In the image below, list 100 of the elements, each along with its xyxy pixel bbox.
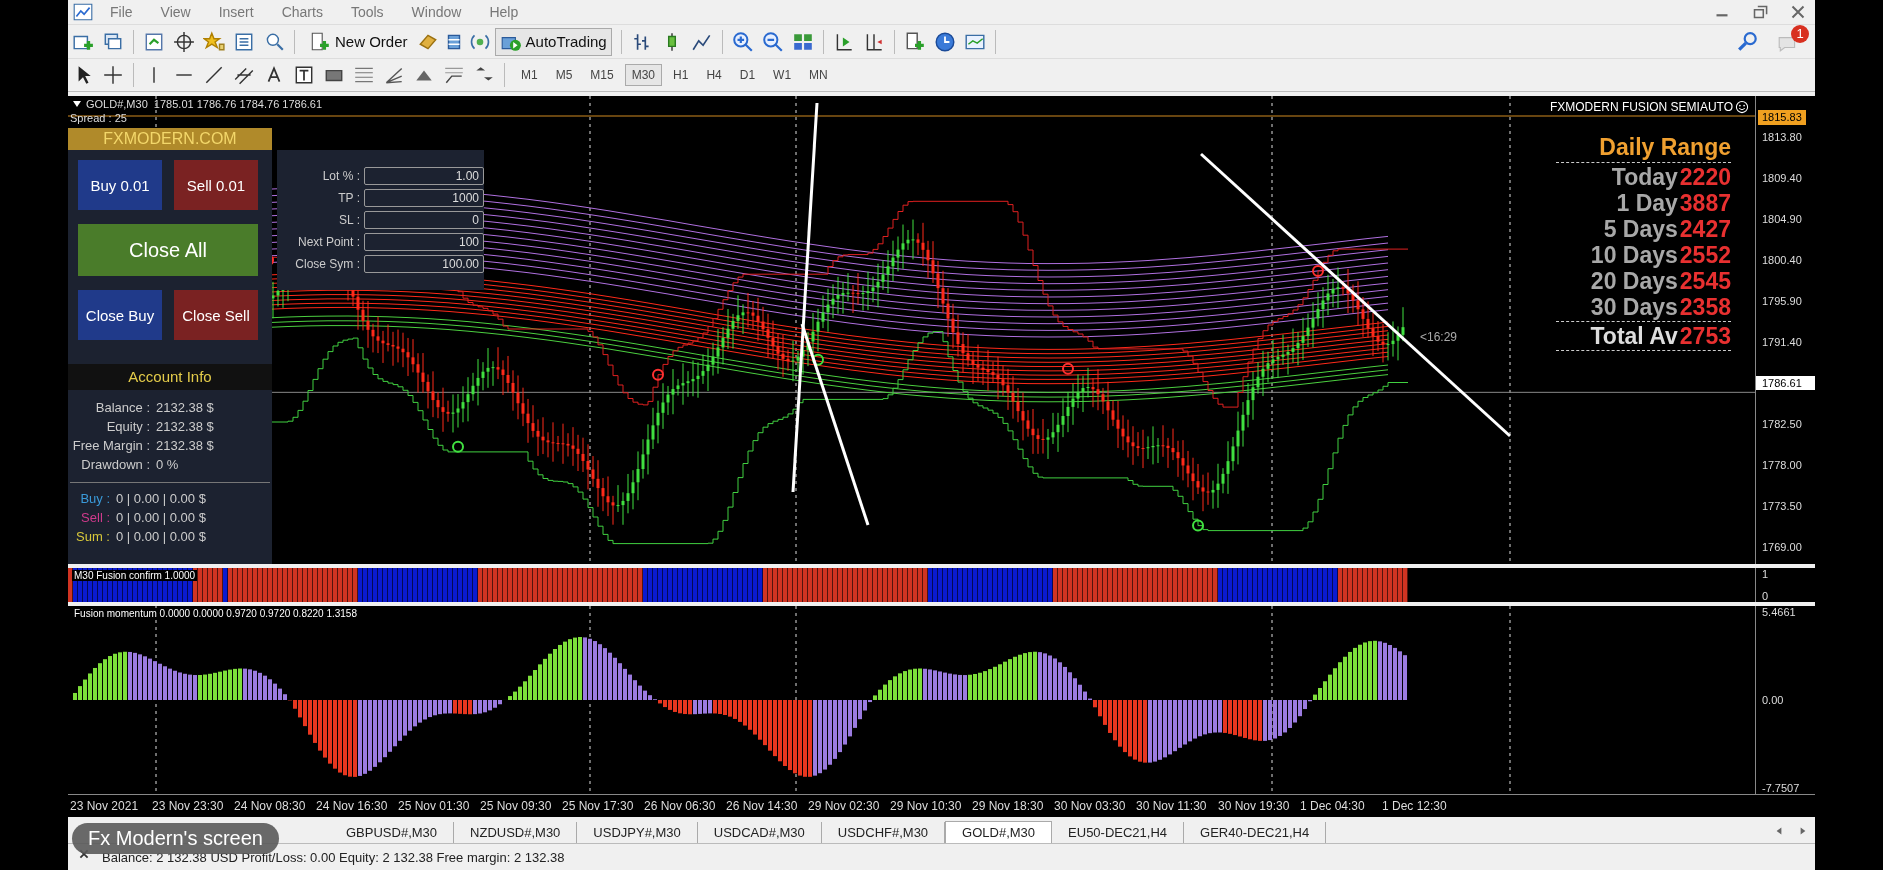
signal-circle	[452, 440, 464, 453]
zoom-out-icon[interactable]	[761, 30, 784, 53]
position-value: 0 | 0.00 | 0.00 $	[116, 491, 206, 506]
input-field[interactable]: 1.00	[364, 167, 484, 185]
timeframe-button[interactable]: H1	[666, 64, 696, 86]
account-value: 0 %	[156, 457, 179, 472]
chart-tab[interactable]: GOLD#,M30	[945, 821, 1053, 843]
time-axis-label: 1 Dec 12:30	[1382, 799, 1448, 813]
trade-button[interactable]: Sell 0.01	[174, 160, 258, 210]
trade-button[interactable]: Close Sell	[174, 290, 258, 340]
timeframe-button[interactable]: M15	[583, 64, 621, 86]
indicator-label: M30 Fusion confirm 1.0000	[72, 570, 198, 581]
timeframe-button[interactable]: MN	[802, 64, 835, 86]
time-axis-label: 25 Nov 01:30	[398, 799, 470, 813]
timeframe-button[interactable]: H4	[699, 64, 729, 86]
collapse-triangle-icon[interactable]	[72, 99, 82, 109]
menu-item[interactable]: File	[98, 4, 145, 20]
menu-item[interactable]: Tools	[338, 4, 396, 20]
menu-item[interactable]: View	[148, 4, 203, 20]
chart-tab[interactable]: USDCAD#,M30	[697, 822, 822, 843]
position-value: 0 | 0.00 | 0.00 $	[116, 529, 206, 544]
chart-tab[interactable]: GBPUSD#,M30	[330, 822, 455, 843]
range-value: 2220	[1679, 164, 1731, 190]
chart-tab[interactable]: EU50-DEC21,H4	[1052, 822, 1185, 843]
price-tick-label: 1782.50	[1761, 417, 1803, 431]
timeframe-button[interactable]: M30	[624, 64, 663, 86]
chart-tab[interactable]: USDJPY#,M30	[577, 822, 698, 843]
time-axis-label: 29 Nov 02:30	[808, 799, 880, 813]
timeframe-button[interactable]: M5	[548, 64, 580, 86]
signal-circle	[812, 353, 824, 366]
time-axis-label: 29 Nov 10:30	[890, 799, 962, 813]
input-field[interactable]: 100.00	[364, 255, 484, 273]
indicator-label: Fusion momentum 0.0000 0.0000 0.9720 0.9720 0.8220 1.3158	[72, 608, 359, 619]
range-label: Today	[1611, 164, 1678, 190]
notification-badge: 1	[1791, 24, 1809, 43]
zoom-in-icon[interactable]	[731, 30, 754, 53]
time-axis-label: 25 Nov 09:30	[480, 799, 552, 813]
daily-range-title: Daily Range	[1598, 134, 1731, 161]
field-label: SL :	[338, 213, 361, 227]
range-value: 2552	[1679, 242, 1731, 268]
time-axis-label: 24 Nov 08:30	[234, 799, 306, 813]
account-label: Free Margin :	[71, 438, 151, 453]
current-price-label: 1786.61	[1756, 376, 1815, 390]
chart-symbol-header: GOLD#,M30 1785.01 1786.76 1784.76 1786.61	[86, 98, 323, 110]
timeframe-button[interactable]: W1	[766, 64, 799, 86]
field-label: Lot % :	[321, 169, 361, 183]
range-label: 5 Days	[1603, 216, 1678, 242]
account-label: Drawdown :	[80, 457, 151, 472]
time-axis-label: 23 Nov 23:30	[152, 799, 224, 813]
price-tick-label: 1804.90	[1761, 212, 1803, 226]
menu-item[interactable]: Insert	[206, 4, 266, 20]
input-field[interactable]: 100	[364, 233, 484, 251]
range-value: 2753	[1679, 323, 1731, 349]
position-value: 0 | 0.00 | 0.00 $	[116, 510, 206, 525]
text-label-icon[interactable]	[293, 64, 315, 86]
price-tick-label: 1813.80	[1761, 130, 1803, 144]
range-label: 20 Days	[1590, 268, 1678, 294]
indicator-title: FXMODERN FUSION SEMIAUTO	[1549, 100, 1733, 114]
chart-tab[interactable]: NZDUSD#,M30	[454, 822, 578, 843]
new-order-button[interactable]: New Order	[304, 27, 413, 56]
crosshair-icon[interactable]	[102, 64, 124, 86]
input-field[interactable]: 0	[364, 211, 484, 229]
input-field[interactable]: 1000	[364, 189, 484, 207]
menu-item[interactable]: Help	[477, 4, 531, 20]
axis-label: 0	[1761, 590, 1770, 602]
crosshair-icon[interactable]	[173, 30, 195, 53]
account-value: 2132.38 $	[156, 400, 214, 415]
time-axis-label: 23 Nov 2021	[70, 799, 140, 813]
menu-item[interactable]: Window	[399, 4, 474, 20]
chart-tab[interactable]: GER40-DEC21,H4	[1184, 822, 1327, 843]
time-axis-label: 30 Nov 11:30	[1136, 799, 1208, 813]
signal-circle	[1192, 519, 1204, 532]
time-axis-label: 24 Nov 16:30	[316, 799, 388, 813]
smiley-icon	[1735, 100, 1749, 114]
trade-button[interactable]: Buy 0.01	[78, 160, 162, 210]
account-value: 2132.38 $	[156, 419, 214, 434]
trendline-icon[interactable]	[203, 64, 225, 86]
screen-caption: Fx Modern's screen	[72, 823, 279, 854]
axis-label: -7.7507	[1761, 782, 1801, 794]
menu-item[interactable]: Charts	[269, 4, 335, 20]
autotrading-button[interactable]: AutoTrading	[494, 27, 612, 56]
time-axis-label: 26 Nov 14:30	[726, 799, 798, 813]
account-info-header: Account Info	[68, 364, 272, 390]
app-icon	[72, 1, 94, 23]
search-icon[interactable]	[1737, 30, 1759, 53]
account-label: Balance :	[94, 400, 151, 415]
trade-button[interactable]: Close All	[78, 224, 258, 276]
field-label: Close Sym :	[294, 257, 361, 271]
axis-label: 0.00	[1761, 694, 1785, 706]
star-icon[interactable]	[203, 30, 225, 53]
timeframe-button[interactable]: D1	[732, 64, 763, 86]
range-value: 2427	[1679, 216, 1731, 242]
time-axis-label: 1 Dec 04:30	[1300, 799, 1366, 813]
clock-icon[interactable]	[933, 30, 956, 53]
timeframe-button[interactable]: M1	[514, 64, 545, 86]
brand-banner: FXMODERN.COM	[68, 128, 272, 150]
field-label: TP :	[337, 191, 361, 205]
price-tick-label: 1769.00	[1761, 540, 1803, 554]
time-axis-label: 30 Nov 19:30	[1218, 799, 1290, 813]
trade-button[interactable]: Close Buy	[78, 290, 162, 340]
